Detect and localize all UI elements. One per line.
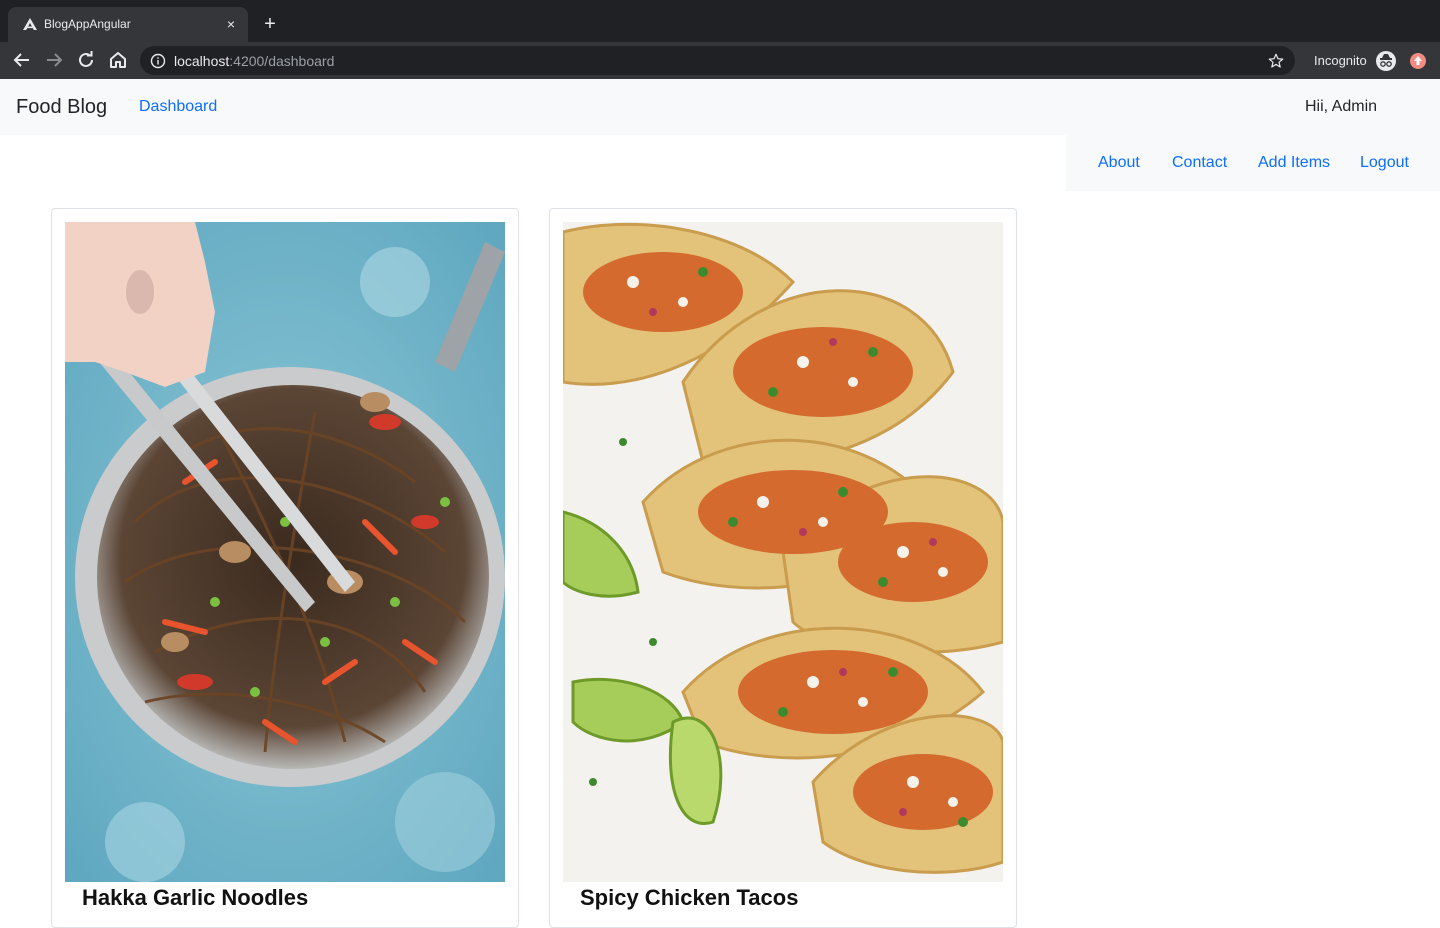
- nav-link-about[interactable]: About: [1098, 154, 1140, 172]
- address-bar[interactable]: localhost:4200/dashboard: [140, 46, 1295, 75]
- forward-arrow-icon[interactable]: [42, 48, 66, 72]
- noodles-pan-image: [65, 222, 505, 882]
- card-title: Spicy Chicken Tacos: [580, 885, 799, 910]
- angular-logo-icon: [23, 18, 37, 30]
- nav-link-logout[interactable]: Logout: [1360, 154, 1409, 172]
- back-arrow-icon[interactable]: [10, 48, 34, 72]
- site-info-icon[interactable]: [150, 53, 166, 69]
- nav-link-contact[interactable]: Contact: [1172, 154, 1227, 172]
- bookmark-star-icon[interactable]: [1267, 52, 1285, 70]
- new-tab-icon[interactable]: +: [258, 13, 282, 37]
- profile-update-icon[interactable]: [1409, 52, 1427, 70]
- browser-tabstrip: BlogAppAngular × +: [0, 0, 1440, 42]
- incognito-icon[interactable]: [1375, 50, 1397, 72]
- recipe-card[interactable]: Hakka Garlic Noodles: [51, 208, 519, 928]
- app-navbar: Food Blog Dashboard Hii, Admin: [0, 79, 1440, 135]
- url-text: localhost:4200/dashboard: [174, 53, 334, 69]
- reload-icon[interactable]: [74, 48, 98, 72]
- browser-tab[interactable]: BlogAppAngular ×: [8, 7, 248, 42]
- url-path: :4200/dashboard: [229, 53, 335, 69]
- nav-link-dashboard[interactable]: Dashboard: [139, 98, 217, 116]
- user-greeting: Hii, Admin: [1305, 98, 1378, 115]
- nav-link-add-items[interactable]: Add Items: [1258, 154, 1330, 172]
- recipe-card[interactable]: Spicy Chicken Tacos: [549, 208, 1017, 928]
- tab-close-icon[interactable]: ×: [222, 15, 240, 33]
- brand-title[interactable]: Food Blog: [16, 96, 107, 119]
- url-host: localhost: [174, 53, 230, 69]
- secondary-nav: About Contact Add Items Logout: [1066, 135, 1440, 191]
- browser-toolbar: localhost:4200/dashboard Incognito: [0, 42, 1440, 79]
- incognito-label: Incognito: [1314, 53, 1367, 68]
- tacos-image: [563, 222, 1003, 882]
- home-icon[interactable]: [106, 48, 130, 72]
- card-title: Hakka Garlic Noodles: [82, 885, 309, 910]
- tab-title: BlogAppAngular: [44, 17, 131, 31]
